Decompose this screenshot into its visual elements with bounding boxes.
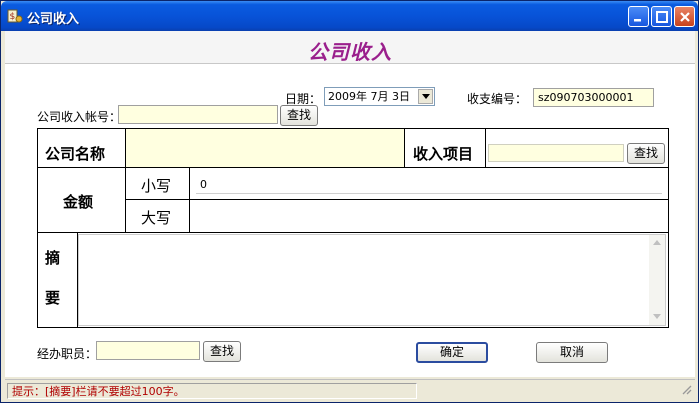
status-bar: 提示：[摘要]栏请不要超过100字。: [5, 379, 695, 400]
amount-label: 金额: [63, 193, 94, 211]
maximize-button[interactable]: [651, 6, 672, 27]
status-hint: 提示：[摘要]栏请不要超过100字。: [7, 383, 417, 399]
title-bar[interactable]: $ 公司收入: [1, 1, 698, 31]
staff-find-button[interactable]: 查找: [203, 341, 241, 362]
uppercase-label: 大写: [141, 209, 172, 227]
lowercase-amount-field[interactable]: 0: [196, 176, 662, 194]
minimize-button[interactable]: [628, 6, 649, 27]
date-value: 2009年 7月 3日: [328, 90, 410, 103]
company-income-window: $ 公司收入 公司收入 日期： 2009年 7月 3日 收支编号： sz0907…: [0, 0, 699, 403]
company-name-label: 公司名称: [45, 145, 106, 163]
scroll-up-icon[interactable]: [649, 235, 665, 251]
ok-button[interactable]: 确定: [416, 342, 488, 363]
memo-scrollbar[interactable]: [649, 235, 665, 325]
staff-label: 经办职员：: [37, 347, 98, 361]
app-icon: $: [7, 8, 23, 24]
resize-grip-icon[interactable]: [681, 384, 692, 398]
income-item-find-button[interactable]: 查找: [627, 143, 665, 164]
scroll-down-icon[interactable]: [649, 309, 665, 325]
cancel-button[interactable]: 取消: [536, 342, 608, 363]
serial-field[interactable]: sz090703000001: [533, 88, 654, 107]
memo-label-first: 摘: [45, 249, 61, 267]
staff-field[interactable]: [96, 341, 200, 360]
account-find-button[interactable]: 查找: [280, 105, 318, 126]
header-band: 公司收入: [5, 31, 695, 64]
close-button[interactable]: [674, 6, 695, 27]
income-item-field[interactable]: [488, 144, 624, 162]
memo-textarea[interactable]: [78, 234, 666, 326]
account-label: 公司收入帐号：: [37, 110, 122, 124]
window-title: 公司收入: [27, 12, 80, 27]
svg-text:$: $: [10, 12, 16, 22]
memo-label-second: 要: [45, 289, 61, 307]
date-picker[interactable]: 2009年 7月 3日: [324, 87, 435, 106]
uppercase-amount-field: [191, 201, 667, 231]
serial-label: 收支编号：: [467, 92, 528, 106]
account-field[interactable]: [118, 105, 278, 124]
company-name-field[interactable]: [126, 129, 404, 167]
income-item-label: 收入项目: [413, 145, 474, 163]
lowercase-label: 小写: [141, 177, 172, 195]
dropdown-arrow-icon[interactable]: [418, 89, 433, 104]
page-title: 公司收入: [308, 40, 392, 64]
